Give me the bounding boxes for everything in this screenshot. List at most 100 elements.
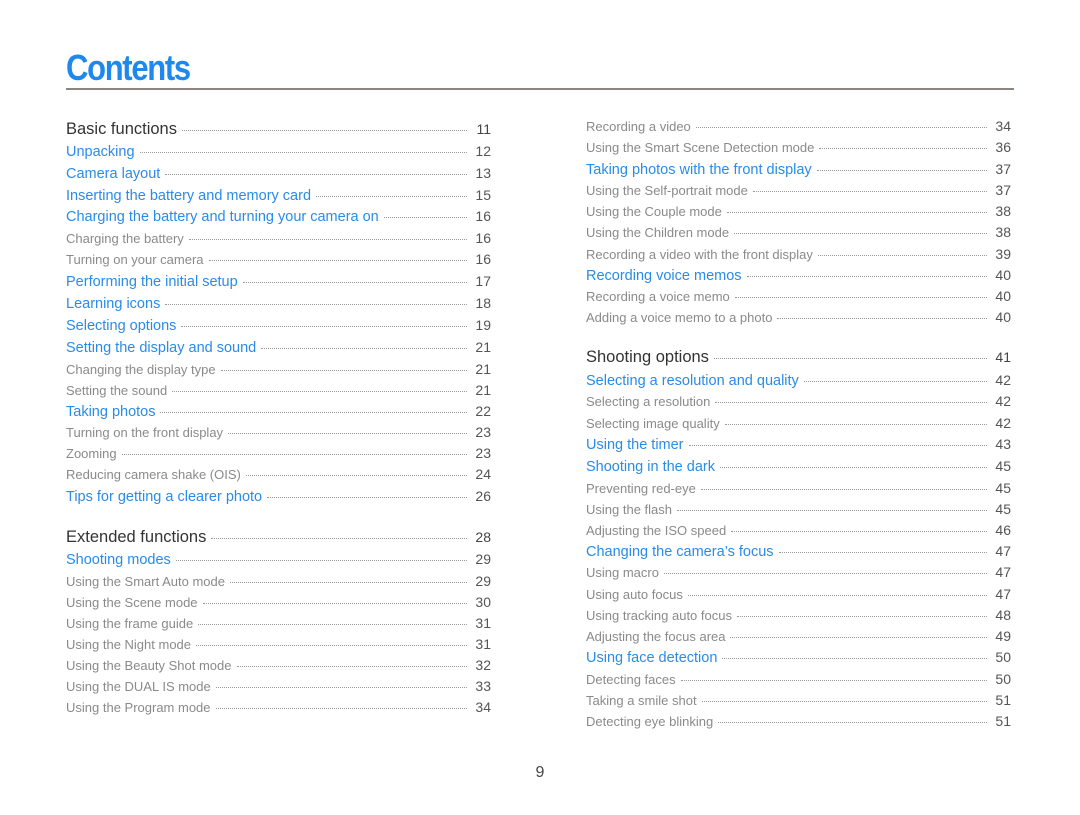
- toc-entry-label: Charging the battery and turning your ca…: [66, 209, 379, 225]
- toc-section-link[interactable]: Taking photos 22: [66, 403, 491, 420]
- toc-page-number: 29: [475, 573, 491, 589]
- toc-entry-label: Tips for getting a clearer photo: [66, 489, 263, 505]
- toc-chapter[interactable]: Basic functions 11: [66, 120, 491, 139]
- toc-section-link[interactable]: Camera layout 13: [66, 165, 491, 182]
- toc-section-link[interactable]: Setting the display and sound 21: [66, 339, 491, 356]
- toc-entry-label: Detecting eye blinking: [586, 714, 714, 729]
- dot-leader: [181, 326, 467, 327]
- toc-page-number: 45: [995, 501, 1011, 517]
- toc-subsection[interactable]: Preventing red-eye 45: [586, 480, 1011, 496]
- toc-section-link[interactable]: Inserting the battery and memory card 15: [66, 187, 491, 204]
- dot-leader: [236, 666, 467, 667]
- toc-subsection[interactable]: Setting the sound 21: [66, 382, 491, 398]
- toc-subsection[interactable]: Using the DUAL IS mode 33: [66, 678, 491, 694]
- toc-entry-label: Charging the battery: [66, 231, 184, 246]
- toc-subsection[interactable]: Recording a video 34: [586, 118, 1011, 134]
- toc-subsection[interactable]: Using the Night mode 31: [66, 636, 491, 652]
- toc-section-link[interactable]: Performing the initial setup 17: [66, 273, 491, 290]
- dot-leader: [383, 217, 467, 218]
- toc-section-link[interactable]: Unpacking 12: [66, 143, 491, 160]
- dot-leader: [713, 358, 987, 359]
- dot-leader: [316, 196, 467, 197]
- toc-section-link[interactable]: Selecting options 19: [66, 317, 491, 334]
- toc-subsection[interactable]: Zooming 23: [66, 445, 491, 461]
- toc-subsection[interactable]: Detecting eye blinking 51: [586, 713, 1011, 729]
- toc-entry-label: Taking a smile shot: [586, 693, 697, 708]
- page-title: Contents: [66, 47, 191, 88]
- toc-section-link[interactable]: Shooting in the dark 45: [586, 458, 1011, 475]
- toc-subsection[interactable]: Using the Couple mode 38: [586, 203, 1011, 219]
- toc-page-number: 51: [995, 713, 1011, 729]
- dot-leader: [777, 318, 987, 319]
- dot-leader: [719, 467, 987, 468]
- toc-section-link[interactable]: Tips for getting a clearer photo 26: [66, 488, 491, 505]
- toc-entry-label: Using the timer: [586, 437, 684, 453]
- toc-chapter[interactable]: Shooting options 41: [586, 348, 1011, 367]
- toc-page-number: 51: [995, 692, 1011, 708]
- toc-subsection[interactable]: Turning on the front display 23: [66, 424, 491, 440]
- toc-section-link[interactable]: Charging the battery and turning your ca…: [66, 208, 491, 225]
- toc-section-link[interactable]: Learning icons 18: [66, 295, 491, 312]
- toc-subsection[interactable]: Recording a video with the front display…: [586, 246, 1011, 262]
- toc-subsection[interactable]: Using the Scene mode 30: [66, 594, 491, 610]
- toc-page-number: 46: [995, 522, 1011, 538]
- dot-leader: [181, 130, 467, 131]
- toc-section-link[interactable]: Changing the camera’s focus 47: [586, 543, 1011, 560]
- toc-section-link[interactable]: Shooting modes 29: [66, 551, 491, 568]
- toc-subsection[interactable]: Recording a voice memo 40: [586, 288, 1011, 304]
- toc-section-link[interactable]: Using face detection 50: [586, 649, 1011, 666]
- toc-subsection[interactable]: Adjusting the ISO speed 46: [586, 522, 1011, 538]
- dot-leader: [229, 582, 467, 583]
- toc-page-number: 43: [995, 436, 1011, 452]
- toc-page-number: 50: [995, 671, 1011, 687]
- toc-section-link[interactable]: Selecting a resolution and quality 42: [586, 372, 1011, 389]
- toc-subsection[interactable]: Using the Self-portrait mode 37: [586, 182, 1011, 198]
- toc-chapter[interactable]: Extended functions 28: [66, 528, 491, 547]
- toc-subsection[interactable]: Using macro 47: [586, 564, 1011, 580]
- toc-page-number: 38: [995, 203, 1011, 219]
- toc-subsection[interactable]: Selecting image quality 42: [586, 415, 1011, 431]
- toc-page-number: 42: [995, 393, 1011, 409]
- toc-subsection[interactable]: Changing the display type 21: [66, 361, 491, 377]
- toc-page-number: 21: [475, 361, 491, 377]
- toc-subsection[interactable]: Reducing camera shake (OIS) 24: [66, 466, 491, 482]
- toc-entry-label: Taking photos: [66, 404, 156, 420]
- toc-subsection[interactable]: Using the frame guide 31: [66, 615, 491, 631]
- toc-page-number: 16: [475, 208, 491, 224]
- toc-section-link[interactable]: Taking photos with the front display 37: [586, 161, 1011, 178]
- toc-section-link[interactable]: Using the timer 43: [586, 436, 1011, 453]
- dot-leader: [228, 433, 467, 434]
- toc-subsection[interactable]: Selecting a resolution 42: [586, 393, 1011, 409]
- page-number: 9: [535, 764, 545, 781]
- toc-subsection[interactable]: Taking a smile shot 51: [586, 692, 1011, 708]
- toc-entry-label: Using the Couple mode: [586, 204, 722, 219]
- toc-subsection[interactable]: Using auto focus 47: [586, 586, 1011, 602]
- toc-subsection[interactable]: Adjusting the focus area 49: [586, 628, 1011, 644]
- toc-subsection[interactable]: Using tracking auto focus 48: [586, 607, 1011, 623]
- toc-section-link[interactable]: Recording voice memos 40: [586, 267, 1011, 284]
- toc-subsection[interactable]: Adding a voice memo to a photo 40: [586, 309, 1011, 325]
- toc-subsection[interactable]: Using the Smart Scene Detection mode 36: [586, 139, 1011, 155]
- dot-leader: [663, 573, 987, 574]
- dot-leader: [267, 497, 467, 498]
- dot-leader: [215, 687, 467, 688]
- toc-entry-label: Unpacking: [66, 144, 135, 160]
- toc-page-number: 18: [475, 295, 491, 311]
- dot-leader: [817, 255, 987, 256]
- toc-subsection[interactable]: Using the Program mode 34: [66, 699, 491, 715]
- toc-subsection[interactable]: Using the Smart Auto mode 29: [66, 573, 491, 589]
- toc-subsection[interactable]: Using the Beauty Shot mode 32: [66, 657, 491, 673]
- toc-entry-label: Recording a voice memo: [586, 289, 730, 304]
- toc-subsection[interactable]: Using the flash 45: [586, 501, 1011, 517]
- toc-entry-label: Adding a voice memo to a photo: [586, 310, 773, 325]
- toc-subsection[interactable]: Using the Children mode 38: [586, 224, 1011, 240]
- toc-subsection[interactable]: Detecting faces 50: [586, 671, 1011, 687]
- toc-entry-label: Changing the camera’s focus: [586, 544, 774, 560]
- toc-entry-label: Using tracking auto focus: [586, 608, 732, 623]
- dot-leader: [695, 127, 987, 128]
- dot-leader: [208, 260, 467, 261]
- toc-subsection[interactable]: Charging the battery 16: [66, 230, 491, 246]
- toc-subsection[interactable]: Turning on your camera 16: [66, 251, 491, 267]
- dot-leader: [165, 304, 467, 305]
- toc-page-number: 48: [995, 607, 1011, 623]
